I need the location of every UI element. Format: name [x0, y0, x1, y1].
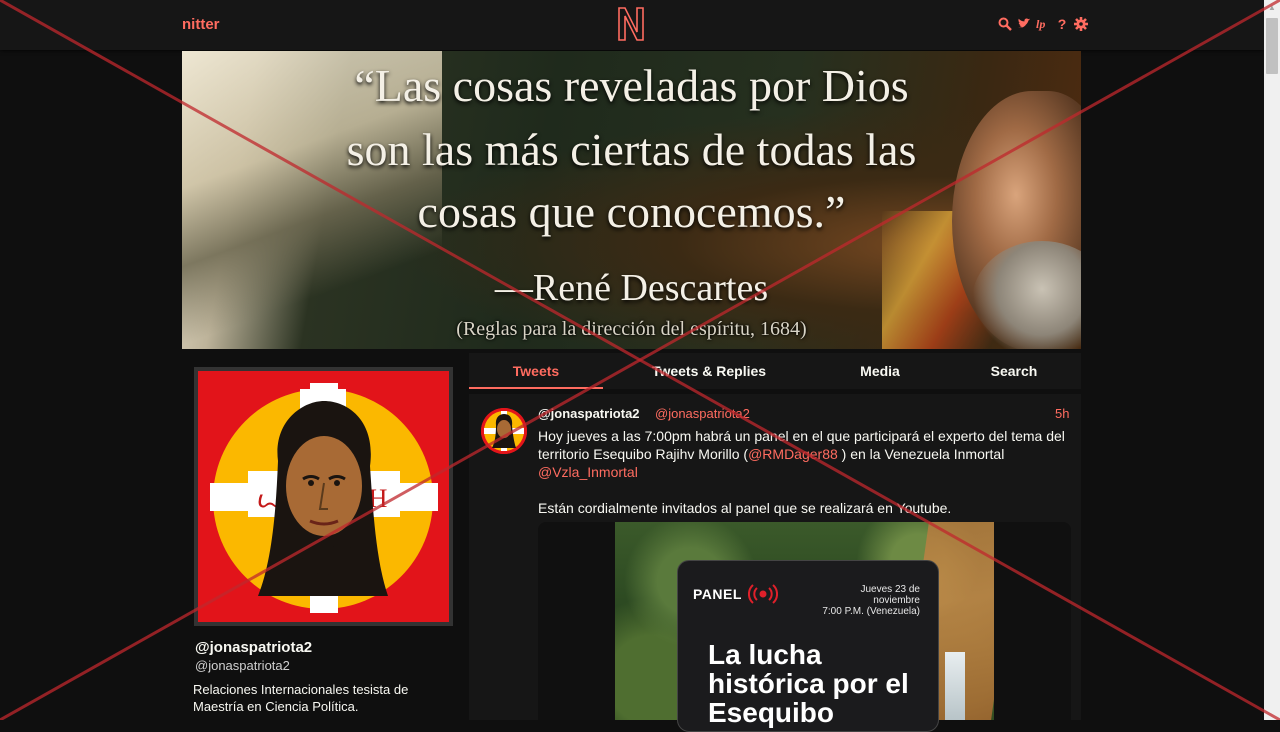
tab-search[interactable]: Search: [959, 353, 1069, 389]
banner-quote-source: (Reglas para la dirección del espíritu, …: [456, 318, 807, 340]
tab-media[interactable]: Media: [829, 353, 931, 389]
scroll-up-arrow-icon[interactable]: ▲: [1264, 0, 1280, 16]
panel-date-line-1: Jueves 23 de: [860, 584, 921, 595]
icon-avatar-art: Ω ꙍ Н: [198, 371, 449, 622]
profile-username[interactable]: @jonaspatriota2: [195, 658, 290, 673]
gear-icon[interactable]: [1074, 16, 1088, 32]
brand-link[interactable]: nitter: [182, 16, 220, 33]
profile-bio: Relaciones Internacionales tesista de Ma…: [193, 682, 409, 714]
nitter-logo-icon[interactable]: [617, 6, 645, 42]
timeline-tabs: Tweets Tweets & Replies Media Search: [469, 353, 1081, 389]
tweet-username[interactable]: @jonaspatriota2: [655, 406, 750, 421]
panel-title: La lucha histórica por el Esequibo: [708, 639, 909, 728]
banner-quote-line-3: cosas que conocemos.”: [417, 186, 846, 237]
bird-icon[interactable]: [1017, 16, 1031, 32]
search-icon[interactable]: [998, 16, 1012, 32]
icon-tweet-avatar-art: [481, 408, 527, 454]
panel-date: Jueves 23 de noviembre 7:00 P.M. (Venezu…: [800, 584, 920, 617]
tab-tweets[interactable]: Tweets: [469, 353, 603, 389]
lp-icon[interactable]: lp: [1036, 16, 1050, 32]
svg-text:lp: lp: [1036, 17, 1045, 31]
waterfall-illustration: [945, 652, 965, 720]
panel-label: PANEL: [693, 586, 742, 602]
tweet-text-part3: Están cordialmente invitados al panel qu…: [538, 500, 952, 516]
profile-banner[interactable]: “Las cosas reveladas por Dios son las má…: [182, 51, 1081, 349]
tweet-fullname[interactable]: @jonaspatriota2: [538, 406, 640, 421]
broadcast-icon: [748, 584, 778, 604]
panel-date-line-2: noviembre: [873, 595, 920, 606]
scrollbar-track[interactable]: [1264, 0, 1280, 720]
scrollbar-thumb[interactable]: [1266, 18, 1278, 74]
banner-quote-line-2: son las más ciertas de todas las: [346, 124, 917, 175]
mention-link-vzla-inmortal[interactable]: @Vzla_Inmortal: [538, 464, 638, 480]
nav-icons: lp ?: [998, 16, 1088, 32]
tweet-content: Hoy jueves a las 7:00pm habrá un panel e…: [538, 427, 1068, 517]
tab-tweets-replies[interactable]: Tweets & Replies: [619, 353, 799, 389]
profile-fullname[interactable]: @jonaspatriota2: [195, 639, 312, 656]
banner-quote-line-1: “Las cosas reveladas por Dios: [354, 60, 909, 111]
panel-date-line-3: 7:00 P.M. (Venezuela): [822, 606, 920, 617]
tweet-date[interactable]: 5h: [1055, 406, 1069, 421]
avatar[interactable]: Ω ꙍ Н: [198, 371, 449, 622]
tweet-avatar[interactable]: [481, 408, 527, 454]
mention-link-rmdager88[interactable]: @RMDager88: [748, 446, 838, 462]
navbar: nitter lp ?: [0, 0, 1264, 50]
tweet-text-part2: ) en la Venezuela Inmortal: [837, 446, 1005, 462]
banner-quote-author: —René Descartes: [494, 267, 769, 309]
question-icon[interactable]: ?: [1055, 16, 1069, 32]
